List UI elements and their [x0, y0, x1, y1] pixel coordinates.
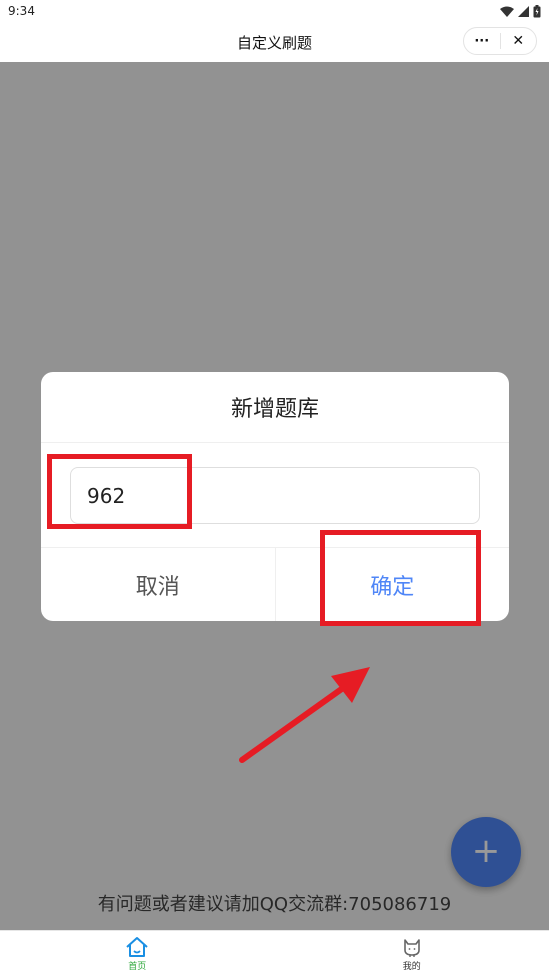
signal-icon [518, 5, 529, 17]
new-bank-dialog: 新增题库 取消 确定 [41, 372, 509, 621]
profile-cat-icon [403, 938, 420, 957]
close-icon: ✕ [512, 33, 525, 49]
home-icon [126, 936, 148, 957]
close-button[interactable]: ✕ [501, 28, 537, 54]
mini-program-capsule: ··· ✕ [463, 27, 537, 55]
status-time: 9:34 [8, 4, 35, 18]
confirm-button[interactable]: 确定 [276, 548, 510, 621]
battery-icon [533, 4, 541, 17]
cancel-button[interactable]: 取消 [41, 548, 276, 621]
more-button[interactable]: ··· [464, 28, 500, 54]
nav-bar: 自定义刷题 ··· ✕ [0, 22, 549, 62]
tab-profile[interactable]: 我的 [275, 931, 549, 976]
page-title: 自定义刷题 [236, 33, 312, 52]
dialog-buttons: 取消 确定 [41, 547, 509, 621]
tab-bar: 首页 我的 [0, 930, 549, 976]
status-icons [500, 4, 541, 18]
bank-name-input[interactable] [70, 467, 480, 524]
tab-profile-label: 我的 [402, 961, 421, 972]
dialog-title: 新增题库 [41, 372, 509, 443]
status-bar: 9:34 [0, 0, 549, 22]
more-icon: ··· [474, 33, 490, 49]
tab-home-label: 首页 [128, 961, 147, 972]
tab-home[interactable]: 首页 [0, 931, 275, 976]
wifi-icon [500, 6, 514, 17]
